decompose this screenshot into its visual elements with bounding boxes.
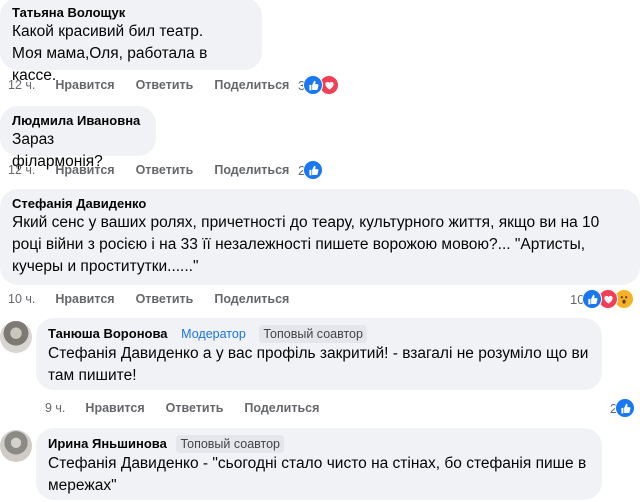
- like-icon: [582, 289, 603, 309]
- reply-author[interactable]: Ирина Яньшинова: [48, 436, 167, 451]
- comment-bubble: Людмила Ивановна Зараз філармонія?: [0, 106, 156, 170]
- reply-actions: 9 ч. Нравится Ответить Поделиться: [45, 398, 340, 418]
- reaction-summary[interactable]: 2: [610, 398, 636, 418]
- share-action[interactable]: Поделиться: [244, 398, 319, 418]
- reply-timestamp[interactable]: 9 ч.: [45, 398, 65, 418]
- like-icon: [615, 398, 636, 418]
- share-action[interactable]: Поделиться: [214, 160, 289, 180]
- reply-text-line: мережах": [48, 477, 117, 494]
- comment-author[interactable]: Стефанія Давиденко: [12, 196, 628, 212]
- like-icon: [303, 75, 324, 95]
- avatar[interactable]: [0, 430, 32, 462]
- share-action[interactable]: Поделиться: [214, 75, 289, 95]
- reply-author-row: Танюша Воронова Модератор Топовый соавто…: [48, 325, 590, 343]
- like-icon: [303, 160, 324, 180]
- comment-text-line: кучеры и проститутки......": [12, 258, 199, 275]
- comment-actions: 12 ч. Нравится Ответить Поделиться: [8, 160, 310, 180]
- comment-author[interactable]: Людмила Ивановна: [12, 113, 144, 129]
- reaction-summary[interactable]: 2: [298, 160, 324, 180]
- top-contributor-badge: Топовый соавтор: [176, 435, 285, 453]
- top-contributor-badge: Топовый соавтор: [259, 325, 367, 343]
- comment-timestamp[interactable]: 10 ч.: [8, 289, 35, 309]
- comment-text-line: Який сенс у ваших ролях, причетності до …: [12, 214, 600, 231]
- reply-action[interactable]: Ответить: [136, 289, 194, 309]
- reply-action[interactable]: Ответить: [166, 398, 224, 418]
- comment-timestamp[interactable]: 12 ч.: [8, 160, 35, 180]
- reaction-summary[interactable]: 3: [298, 75, 340, 95]
- like-action[interactable]: Нравится: [55, 289, 114, 309]
- comment-author[interactable]: Татьяна Волощук: [12, 5, 250, 21]
- reply-bubble: Танюша Воронова Модератор Топовый соавто…: [36, 318, 602, 390]
- comment-text-line: Какой красивий бил театр.: [12, 23, 204, 40]
- moderator-badge: Модератор: [181, 327, 246, 341]
- reaction-summary[interactable]: 10: [570, 289, 635, 309]
- reply-author-row: Ирина Яньшинова Топовый соавтор: [48, 435, 590, 453]
- reply-author[interactable]: Танюша Воронова: [48, 326, 168, 341]
- comment-actions: 12 ч. Нравится Ответить Поделиться: [8, 75, 310, 95]
- share-action[interactable]: Поделиться: [214, 289, 289, 309]
- reply-text-line: Стефанія Давиденко - "сьогодні стало чис…: [48, 455, 587, 472]
- reply-text-line: там пишите!: [48, 367, 137, 384]
- reply-action[interactable]: Ответить: [136, 75, 194, 95]
- avatar[interactable]: [0, 321, 32, 353]
- reply-text-line: Стефанія Давиденко а у вас профіль закри…: [48, 345, 589, 362]
- like-action[interactable]: Нравится: [55, 160, 114, 180]
- reply-action[interactable]: Ответить: [136, 160, 194, 180]
- reply-bubble: Ирина Яньшинова Топовый соавтор Стефанія…: [36, 428, 602, 500]
- like-action[interactable]: Нравится: [85, 398, 144, 418]
- comment-bubble: Стефанія Давиденко Який сенс у ваших рол…: [0, 189, 640, 285]
- comment-text-line: році війни з росією і на 33 її незалежно…: [12, 236, 586, 253]
- comment-timestamp[interactable]: 12 ч.: [8, 75, 35, 95]
- comment-bubble: Татьяна Волощук Какой красивий бил театр…: [0, 0, 262, 84]
- comment-actions: 10 ч. Нравится Ответить Поделиться: [8, 289, 310, 309]
- like-action[interactable]: Нравится: [55, 75, 114, 95]
